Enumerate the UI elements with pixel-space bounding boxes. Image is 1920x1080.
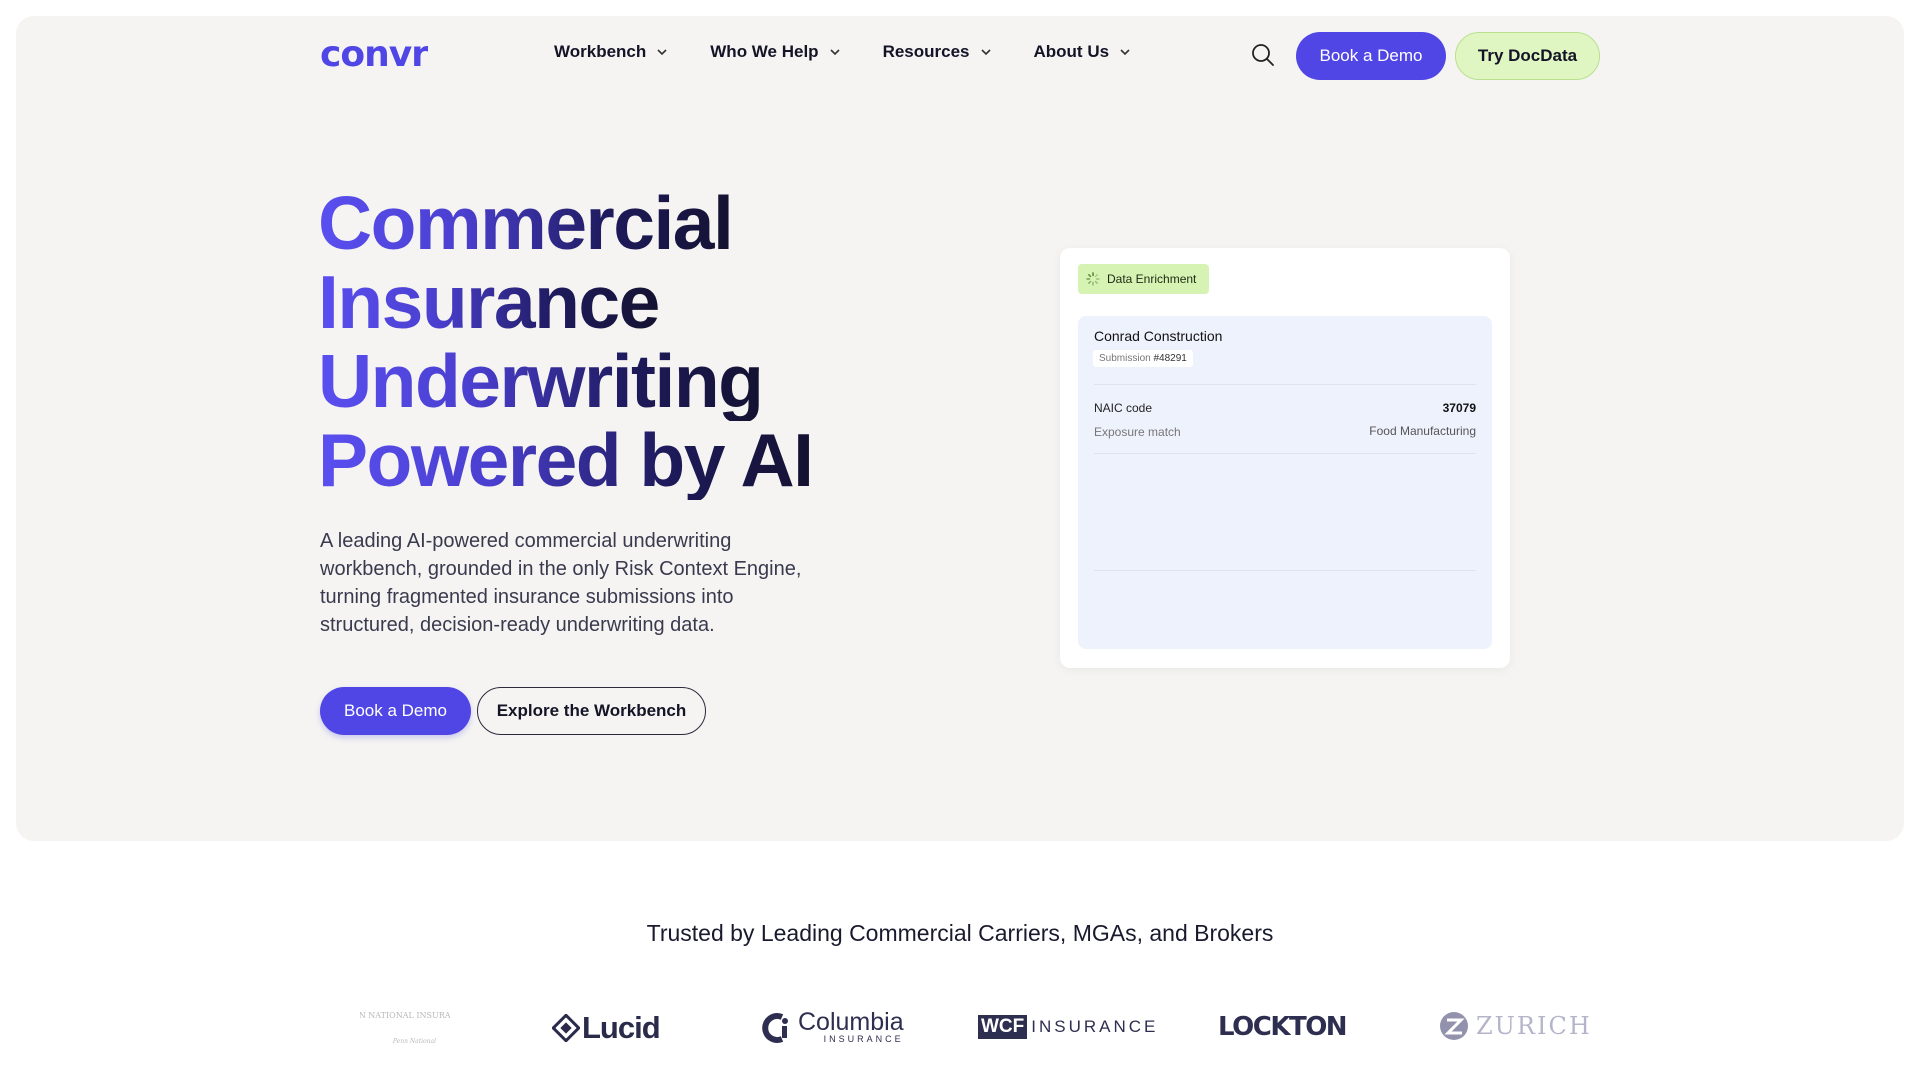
hero-headline: Commercial Insurance Underwriting Powere… xyxy=(318,184,878,500)
wcf-sub: INSURANCE xyxy=(1031,1017,1159,1036)
columbia-sub: INSURANCE xyxy=(823,1034,904,1044)
wcf-logo: WCF INSURANCE xyxy=(978,1015,1158,1039)
lockton-wordmark: LOCKTON xyxy=(1218,1012,1348,1042)
zurich-z-icon xyxy=(1440,1012,1468,1040)
penn-national-logo-mark: PENN NATIONAL INSURANCE Penn National xyxy=(360,1011,450,1045)
zurich-wordmark: ZURICH xyxy=(1476,1012,1592,1040)
lucid-logo: Lucid xyxy=(552,1010,661,1046)
nav-item-label: Who We Help xyxy=(710,42,819,61)
nav-item-about-us[interactable]: About Us xyxy=(1034,42,1133,62)
lucid-wordmark: Lucid xyxy=(582,1010,661,1045)
lucid-diamond-icon xyxy=(552,1014,580,1042)
svg-text:Penn National: Penn National xyxy=(392,1038,436,1045)
hero-panel xyxy=(16,16,1904,841)
nav-item-resources[interactable]: Resources xyxy=(883,42,993,62)
data-enrichment-badge: Data Enrichment xyxy=(1078,264,1209,294)
nav-item-who-we-help[interactable]: Who We Help xyxy=(710,42,841,62)
svg-text:convr: convr xyxy=(320,36,428,74)
submission-panel: Conrad Construction Submission #48291 NA… xyxy=(1078,316,1492,649)
convr-logo[interactable]: convr xyxy=(320,36,428,74)
hero-subtext: A leading AI-powered commercial underwri… xyxy=(320,530,802,636)
trusted-heading: Trusted by Leading Commercial Carriers, … xyxy=(646,920,1274,946)
headline-line: Underwriting xyxy=(318,339,764,423)
nav-item-label: Workbench xyxy=(554,42,647,61)
chevron-down-icon xyxy=(829,49,840,56)
try-docdata-button[interactable]: Try DocData xyxy=(1455,32,1600,80)
penn-national-logo: PENN NATIONAL INSURANCE Penn National xyxy=(360,1008,450,1046)
lockton-logo: LOCKTON xyxy=(1218,1012,1348,1042)
submission-number: #48291 xyxy=(1153,353,1187,364)
nav-item-label: About Us xyxy=(1033,42,1110,61)
divider xyxy=(1094,453,1476,454)
columbia-mark-icon xyxy=(762,1013,788,1043)
columbia-wordmark: Columbia INSURANCE xyxy=(798,1010,904,1044)
divider xyxy=(1094,570,1476,571)
headline-line: Powered by AI xyxy=(318,418,814,502)
headline-line: Insurance xyxy=(318,260,660,344)
book-demo-button[interactable]: Book a Demo xyxy=(1296,32,1446,80)
headline-line: Commercial xyxy=(318,181,734,265)
chevron-down-icon xyxy=(1120,49,1130,56)
zurich-logo: ZURICH xyxy=(1438,1010,1592,1042)
exposure-match-label: Exposure match xyxy=(1094,425,1181,439)
loading-spinner-icon xyxy=(1086,272,1100,286)
badge-label: Data Enrichment xyxy=(1107,272,1197,286)
wcf-mark: WCF xyxy=(978,1015,1028,1039)
submission-label: Submission xyxy=(1099,353,1151,364)
divider xyxy=(1094,384,1476,385)
data-enrichment-card: Data Enrichment Conrad Construction Subm… xyxy=(1060,248,1510,668)
submission-tag: Submission #48291 xyxy=(1093,350,1193,367)
svg-text:PENN NATIONAL INSURANCE: PENN NATIONAL INSURANCE xyxy=(360,1011,450,1020)
naic-code-value: 37079 xyxy=(1442,401,1476,415)
nav-menu: Workbench Who We Help Resources About Us xyxy=(554,42,1173,62)
nav-item-label: Resources xyxy=(882,42,970,61)
exposure-match-value: Food Manufacturing xyxy=(1369,424,1476,438)
columbia-name: Columbia xyxy=(798,1008,904,1036)
chevron-down-icon xyxy=(657,49,667,56)
top-nav: convr Workbench Who We Help Resources Ab… xyxy=(0,0,1920,112)
chevron-down-icon xyxy=(980,49,991,56)
search-icon[interactable] xyxy=(1250,42,1276,68)
explore-workbench-button[interactable]: Explore the Workbench xyxy=(477,687,706,735)
nav-item-workbench[interactable]: Workbench xyxy=(554,42,669,62)
naic-code-label: NAIC code xyxy=(1094,401,1153,415)
book-demo-button[interactable]: Book a Demo xyxy=(320,687,471,735)
company-name: Conrad Construction xyxy=(1094,328,1223,344)
columbia-logo: Columbia INSURANCE xyxy=(762,1010,904,1044)
customer-logos: PENN NATIONAL INSURANCE Penn National Lu… xyxy=(0,1000,1920,1050)
